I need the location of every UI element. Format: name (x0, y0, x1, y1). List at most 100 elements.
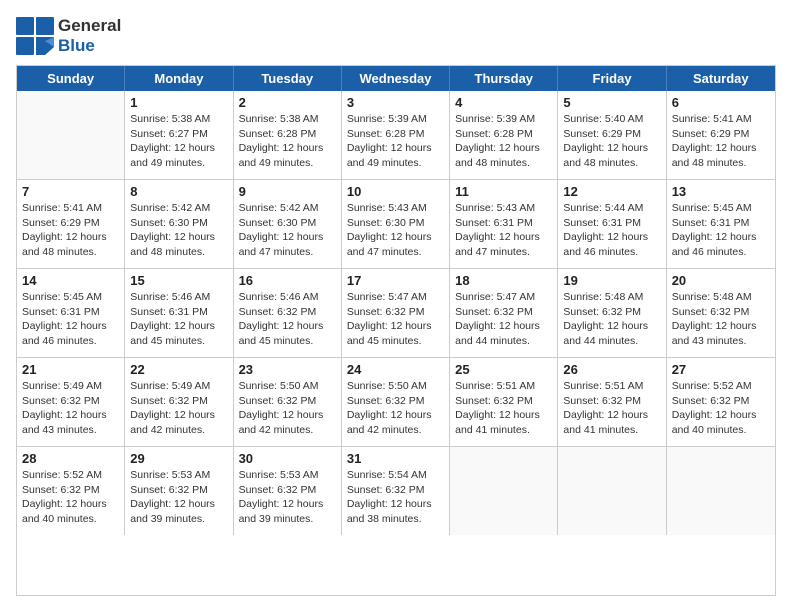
day-number: 19 (563, 273, 660, 288)
day-info: Sunrise: 5:46 AMSunset: 6:32 PMDaylight:… (239, 290, 336, 349)
day-info: Sunrise: 5:52 AMSunset: 6:32 PMDaylight:… (22, 468, 119, 527)
calendar: SundayMondayTuesdayWednesdayThursdayFrid… (16, 65, 776, 596)
day-info: Sunrise: 5:38 AMSunset: 6:28 PMDaylight:… (239, 112, 336, 171)
day-number: 27 (672, 362, 770, 377)
calendar-week-row: 1 Sunrise: 5:38 AMSunset: 6:27 PMDaylight… (17, 91, 775, 180)
day-number: 1 (130, 95, 227, 110)
day-of-week-header: Saturday (667, 66, 775, 91)
calendar-week-row: 21Sunrise: 5:49 AMSunset: 6:32 PMDayligh… (17, 358, 775, 447)
day-number: 2 (239, 95, 336, 110)
day-number: 15 (130, 273, 227, 288)
calendar-cell: 5Sunrise: 5:40 AMSunset: 6:29 PMDaylight… (558, 91, 666, 179)
calendar-cell (558, 447, 666, 535)
day-number: 20 (672, 273, 770, 288)
day-info: Sunrise: 5:39 AMSunset: 6:28 PMDaylight:… (347, 112, 444, 171)
calendar-cell: 20 Sunrise: 5:48 AMSunset: 6:32 PMDayligh… (667, 269, 775, 357)
day-info: Sunrise: 5:42 AMSunset: 6:30 PMDaylight:… (239, 201, 336, 260)
day-number: 31 (347, 451, 444, 466)
day-info: Sunrise: 5:52 AMSunset: 6:32 PMDaylight:… (672, 379, 770, 438)
day-info: Sunrise: 5:45 AMSunset: 6:31 PMDaylight:… (672, 201, 770, 260)
calendar-cell: 30 Sunrise: 5:53 AMSunset: 6:32 PMDayligh… (234, 447, 342, 535)
day-info: Sunrise: 5:41 AMSunset: 6:29 PMDaylight:… (672, 112, 770, 171)
day-number: 23 (239, 362, 336, 377)
day-number: 26 (563, 362, 660, 377)
day-number: 8 (130, 184, 227, 199)
day-number: 6 (672, 95, 770, 110)
day-number: 17 (347, 273, 444, 288)
calendar-cell (667, 447, 775, 535)
calendar-cell: 26 Sunrise: 5:51 AMSunset: 6:32 PMDayligh… (558, 358, 666, 446)
calendar-cell: 14 Sunrise: 5:45 AMSunset: 6:31 PMDayligh… (17, 269, 125, 357)
day-number: 28 (22, 451, 119, 466)
calendar-cell: 23 Sunrise: 5:50 AMSunset: 6:32 PMDayligh… (234, 358, 342, 446)
day-info: Sunrise: 5:45 AMSunset: 6:31 PMDaylight:… (22, 290, 119, 349)
day-info: Sunrise: 5:49 AMSunset: 6:32 PMDaylight:… (22, 379, 119, 438)
calendar-cell: 27 Sunrise: 5:52 AMSunset: 6:32 PMDayligh… (667, 358, 775, 446)
calendar-cell: 29Sunrise: 5:53 AMSunset: 6:32 PMDayligh… (125, 447, 233, 535)
day-number: 13 (672, 184, 770, 199)
day-number: 16 (239, 273, 336, 288)
calendar-week-row: 7Sunrise: 5:41 AMSunset: 6:29 PMDaylight… (17, 180, 775, 269)
day-info: Sunrise: 5:43 AMSunset: 6:30 PMDaylight:… (347, 201, 444, 260)
calendar-cell: 28 Sunrise: 5:52 AMSunset: 6:32 PMDayligh… (17, 447, 125, 535)
calendar-cell: 8 Sunrise: 5:42 AMSunset: 6:30 PMDaylight… (125, 180, 233, 268)
calendar-cell: 18Sunrise: 5:47 AMSunset: 6:32 PMDayligh… (450, 269, 558, 357)
day-info: Sunrise: 5:51 AMSunset: 6:32 PMDaylight:… (563, 379, 660, 438)
day-of-week-header: Sunday (17, 66, 125, 91)
logo-blue-text: Blue (58, 36, 121, 56)
logo: General Blue (16, 16, 121, 55)
day-info: Sunrise: 5:48 AMSunset: 6:32 PMDaylight:… (563, 290, 660, 349)
day-number: 4 (455, 95, 552, 110)
calendar-body: 1 Sunrise: 5:38 AMSunset: 6:27 PMDaylight… (17, 91, 775, 535)
calendar-cell: 2 Sunrise: 5:38 AMSunset: 6:28 PMDaylight… (234, 91, 342, 179)
day-number: 24 (347, 362, 444, 377)
day-of-week-header: Wednesday (342, 66, 450, 91)
day-number: 9 (239, 184, 336, 199)
calendar-cell: 22Sunrise: 5:49 AMSunset: 6:32 PMDayligh… (125, 358, 233, 446)
day-of-week-header: Tuesday (234, 66, 342, 91)
calendar-header: SundayMondayTuesdayWednesdayThursdayFrid… (17, 66, 775, 91)
calendar-cell: 12 Sunrise: 5:44 AMSunset: 6:31 PMDayligh… (558, 180, 666, 268)
calendar-cell (17, 91, 125, 179)
day-number: 22 (130, 362, 227, 377)
calendar-cell: 17 Sunrise: 5:47 AMSunset: 6:32 PMDayligh… (342, 269, 450, 357)
calendar-cell: 6 Sunrise: 5:41 AMSunset: 6:29 PMDaylight… (667, 91, 775, 179)
day-info: Sunrise: 5:38 AMSunset: 6:27 PMDaylight:… (130, 112, 227, 171)
logo-general-text: General (58, 16, 121, 36)
day-info: Sunrise: 5:50 AMSunset: 6:32 PMDaylight:… (239, 379, 336, 438)
day-info: Sunrise: 5:42 AMSunset: 6:30 PMDaylight:… (130, 201, 227, 260)
calendar-cell: 10Sunrise: 5:43 AMSunset: 6:30 PMDayligh… (342, 180, 450, 268)
calendar-cell: 31 Sunrise: 5:54 AMSunset: 6:32 PMDayligh… (342, 447, 450, 535)
day-number: 5 (563, 95, 660, 110)
day-info: Sunrise: 5:41 AMSunset: 6:29 PMDaylight:… (22, 201, 119, 260)
day-info: Sunrise: 5:53 AMSunset: 6:32 PMDaylight:… (239, 468, 336, 527)
header: General Blue (16, 16, 776, 55)
page: General Blue SundayMondayTuesdayWednesda… (0, 0, 792, 612)
calendar-cell: 1 Sunrise: 5:38 AMSunset: 6:27 PMDaylight… (125, 91, 233, 179)
day-info: Sunrise: 5:47 AMSunset: 6:32 PMDaylight:… (347, 290, 444, 349)
day-info: Sunrise: 5:44 AMSunset: 6:31 PMDaylight:… (563, 201, 660, 260)
day-number: 12 (563, 184, 660, 199)
day-number: 3 (347, 95, 444, 110)
day-of-week-header: Thursday (450, 66, 558, 91)
calendar-week-row: 14 Sunrise: 5:45 AMSunset: 6:31 PMDayligh… (17, 269, 775, 358)
day-info: Sunrise: 5:50 AMSunset: 6:32 PMDaylight:… (347, 379, 444, 438)
calendar-cell: 7Sunrise: 5:41 AMSunset: 6:29 PMDaylight… (17, 180, 125, 268)
day-info: Sunrise: 5:43 AMSunset: 6:31 PMDaylight:… (455, 201, 552, 260)
day-number: 30 (239, 451, 336, 466)
day-number: 14 (22, 273, 119, 288)
calendar-cell: 4Sunrise: 5:39 AMSunset: 6:28 PMDaylight… (450, 91, 558, 179)
day-info: Sunrise: 5:48 AMSunset: 6:32 PMDaylight:… (672, 290, 770, 349)
calendar-cell: 15Sunrise: 5:46 AMSunset: 6:31 PMDayligh… (125, 269, 233, 357)
calendar-cell: 11Sunrise: 5:43 AMSunset: 6:31 PMDayligh… (450, 180, 558, 268)
day-of-week-header: Monday (125, 66, 233, 91)
day-info: Sunrise: 5:54 AMSunset: 6:32 PMDaylight:… (347, 468, 444, 527)
day-number: 29 (130, 451, 227, 466)
logo-svg (16, 17, 54, 55)
day-of-week-header: Friday (558, 66, 666, 91)
calendar-cell: 19 Sunrise: 5:48 AMSunset: 6:32 PMDayligh… (558, 269, 666, 357)
calendar-cell: 25Sunrise: 5:51 AMSunset: 6:32 PMDayligh… (450, 358, 558, 446)
calendar-cell: 24 Sunrise: 5:50 AMSunset: 6:32 PMDayligh… (342, 358, 450, 446)
day-info: Sunrise: 5:47 AMSunset: 6:32 PMDaylight:… (455, 290, 552, 349)
calendar-cell: 21Sunrise: 5:49 AMSunset: 6:32 PMDayligh… (17, 358, 125, 446)
